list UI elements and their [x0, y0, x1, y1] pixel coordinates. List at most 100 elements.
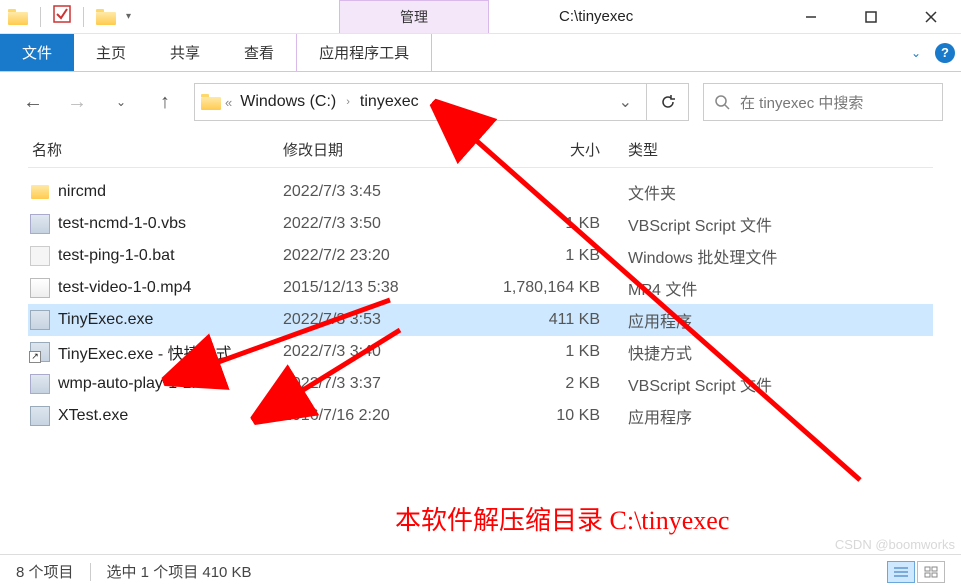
file-size: 2 KB: [478, 375, 628, 393]
file-type: MP4 文件: [628, 276, 933, 300]
file-type: 快捷方式: [628, 340, 933, 364]
properties-icon[interactable]: [53, 5, 71, 28]
file-size: 1 KB: [478, 215, 628, 233]
column-name[interactable]: 名称: [28, 139, 283, 160]
column-size[interactable]: 大小: [478, 139, 628, 160]
file-date: 2022/7/2 23:20: [283, 247, 478, 265]
status-bar: 8 个项目 选中 1 个项目 410 KB: [0, 554, 961, 588]
tab-view[interactable]: 查看: [222, 34, 296, 71]
exe-icon: [30, 406, 50, 426]
file-name: test-ping-1-0.bat: [58, 247, 175, 265]
breadcrumb-segment-drive[interactable]: Windows (C:): [236, 93, 340, 111]
column-date[interactable]: 修改日期: [283, 139, 478, 160]
tab-app-tools[interactable]: 应用程序工具: [296, 34, 432, 71]
vbs-icon: [30, 374, 50, 394]
file-size: 1 KB: [478, 247, 628, 265]
up-button[interactable]: ↑: [150, 87, 180, 117]
titlebar: ▾ 管理 C:\tinyexec: [0, 0, 961, 34]
separator: [40, 7, 41, 27]
window-controls: [781, 0, 961, 33]
file-size: 1,780,164 KB: [478, 279, 628, 297]
file-date: 2022/7/3 3:50: [283, 215, 478, 233]
exe-icon: [30, 310, 50, 330]
ribbon-tabs: 文件 主页 共享 查看 应用程序工具 ⌄ ?: [0, 34, 961, 72]
refresh-button[interactable]: [647, 83, 689, 121]
file-name: TinyExec.exe - 快捷方式: [58, 340, 232, 364]
folder-icon: [30, 182, 50, 202]
file-date: 2022/7/3 3:53: [283, 311, 478, 329]
breadcrumb-dropdown[interactable]: ⌄: [611, 92, 640, 112]
file-date: 2022/7/3 3:45: [283, 183, 478, 201]
column-headers: 名称 修改日期 大小 类型: [28, 132, 933, 168]
thumbnails-view-button[interactable]: [917, 561, 945, 583]
lnk-icon: [30, 342, 50, 362]
file-type: 应用程序: [628, 308, 933, 332]
ribbon-controls: ⌄ ?: [911, 34, 955, 71]
file-name: nircmd: [58, 183, 106, 201]
separator: [90, 563, 91, 581]
file-date: 2015/12/13 5:38: [283, 279, 478, 297]
table-row[interactable]: test-ping-1-0.bat 2022/7/2 23:201 KBWindo…: [28, 240, 933, 272]
annotation-text: 本软件解压缩目录 C:\tinyexec: [395, 500, 729, 537]
tab-share[interactable]: 共享: [148, 34, 222, 71]
qat-customize-icon[interactable]: ▾: [126, 11, 131, 22]
file-type: 应用程序: [628, 404, 933, 428]
file-name: XTest.exe: [58, 407, 128, 425]
view-toggle: [887, 561, 945, 583]
file-date: 2016/7/16 2:20: [283, 407, 478, 425]
file-date: 2022/7/3 3:40: [283, 343, 478, 361]
file-size: 411 KB: [478, 311, 628, 329]
folder-icon[interactable]: [8, 9, 28, 25]
window-title: C:\tinyexec: [489, 0, 781, 33]
file-name: wmp-auto-play-1-1.vbs: [58, 375, 221, 393]
search-input[interactable]: 在 tinyexec 中搜索: [703, 83, 943, 121]
table-row[interactable]: XTest.exe 2016/7/16 2:2010 KB应用程序: [28, 400, 933, 432]
status-selection: 选中 1 个项目 410 KB: [107, 561, 252, 582]
file-date: 2022/7/3 3:37: [283, 375, 478, 393]
chevron-right-icon[interactable]: ›: [344, 96, 352, 108]
file-type: VBScript Script 文件: [628, 212, 933, 236]
table-row[interactable]: wmp-auto-play-1-1.vbs2022/7/3 3:372 KBVB…: [28, 368, 933, 400]
maximize-button[interactable]: [841, 0, 901, 33]
back-button[interactable]: ←: [18, 87, 48, 117]
search-placeholder: 在 tinyexec 中搜索: [740, 92, 863, 113]
contextual-tab-header: 管理: [339, 0, 489, 33]
separator: [83, 7, 84, 27]
vbs-icon: [30, 214, 50, 234]
mp4-icon: [30, 278, 50, 298]
quick-access-toolbar: ▾: [0, 0, 139, 33]
breadcrumb[interactable]: « Windows (C:) › tinyexec ⌄: [194, 83, 647, 121]
search-icon: [714, 94, 730, 110]
table-row[interactable]: nircmd 2022/7/3 3:45 文件夹: [28, 176, 933, 208]
recent-locations-button[interactable]: ⌄: [106, 87, 136, 117]
file-size: 1 KB: [478, 343, 628, 361]
breadcrumb-segment-folder[interactable]: tinyexec: [356, 93, 423, 111]
bat-icon: [30, 246, 50, 266]
tab-file[interactable]: 文件: [0, 34, 74, 71]
tab-home[interactable]: 主页: [74, 34, 148, 71]
address-bar: ← → ⌄ ↑ « Windows (C:) › tinyexec ⌄ 在 ti…: [0, 72, 961, 132]
file-type: Windows 批处理文件: [628, 244, 933, 268]
breadcrumb-prefix: «: [225, 95, 232, 110]
ribbon-expand-icon[interactable]: ⌄: [911, 46, 921, 60]
watermark: CSDN @boomworks: [835, 537, 955, 552]
table-row[interactable]: TinyExec.exe - 快捷方式 2022/7/3 3:401 KB快捷方式: [28, 336, 933, 368]
status-item-count: 8 个项目: [16, 561, 74, 582]
table-row[interactable]: test-video-1-0.mp4 2015/12/13 5:381,780,1…: [28, 272, 933, 304]
close-button[interactable]: [901, 0, 961, 33]
file-name: test-video-1-0.mp4: [58, 279, 191, 297]
minimize-button[interactable]: [781, 0, 841, 33]
table-row[interactable]: test-ncmd-1-0.vbs 2022/7/3 3:501 KBVBScri…: [28, 208, 933, 240]
details-view-button[interactable]: [887, 561, 915, 583]
file-name: test-ncmd-1-0.vbs: [58, 215, 186, 233]
forward-button[interactable]: →: [62, 87, 92, 117]
folder-icon: [201, 94, 221, 110]
column-type[interactable]: 类型: [628, 139, 933, 160]
file-size: 10 KB: [478, 407, 628, 425]
help-icon[interactable]: ?: [935, 43, 955, 63]
file-type: 文件夹: [628, 180, 933, 204]
file-list: 名称 修改日期 大小 类型 nircmd 2022/7/3 3:45 文件夹 test…: [0, 132, 961, 432]
table-row[interactable]: TinyExec.exe 2022/7/3 3:53411 KB应用程序: [28, 304, 933, 336]
file-name: TinyExec.exe: [58, 311, 153, 329]
new-folder-icon[interactable]: [96, 9, 116, 25]
